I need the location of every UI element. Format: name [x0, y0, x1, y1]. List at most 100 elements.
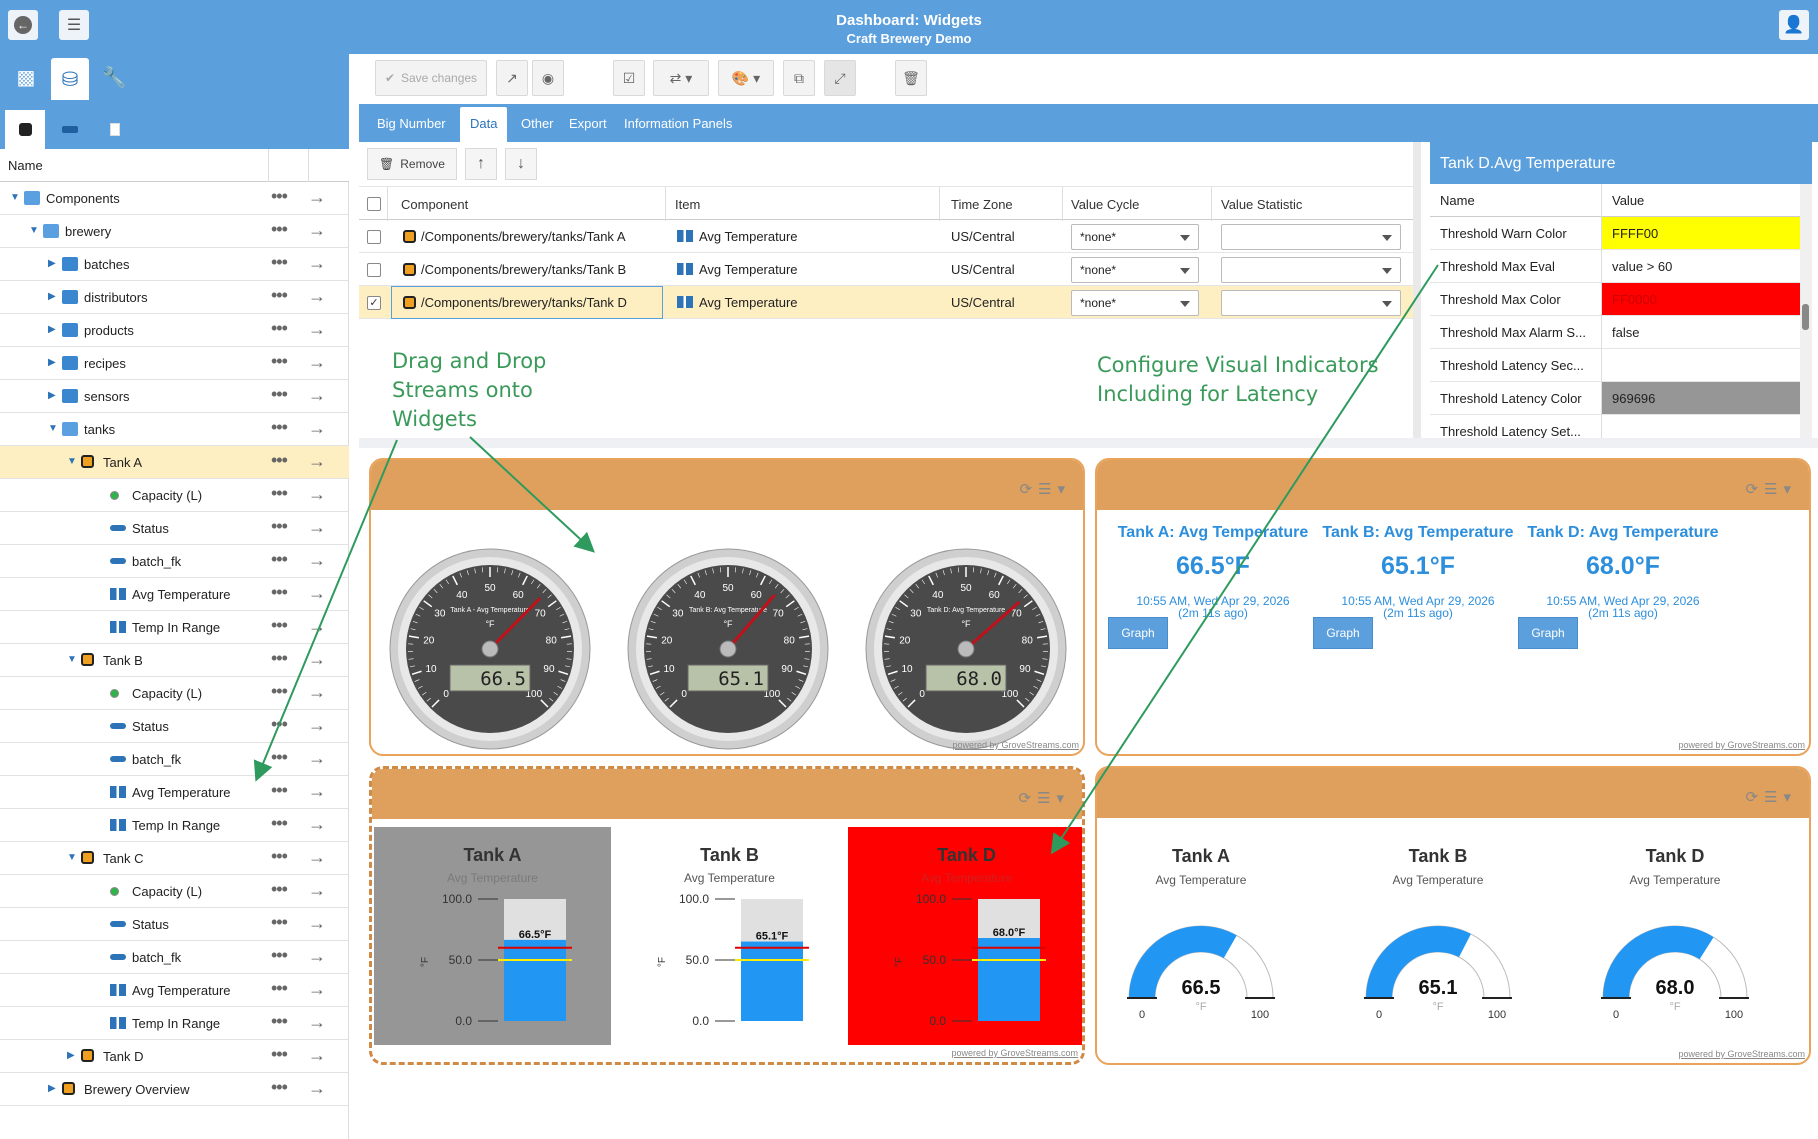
tree-row[interactable]: ▼ Components ••• → — [0, 182, 349, 215]
gauge-widget[interactable]: ⟳☰▾ 0 10 20 30 40 50 60 70 80 90 100 Tank A - Avg T… — [369, 458, 1085, 756]
menu-icon[interactable]: ☰ — [1764, 789, 1783, 806]
tree-row[interactable]: ▶ batches ••• → — [0, 248, 349, 281]
tab-data[interactable]: Data — [460, 107, 508, 142]
arrow-right-icon[interactable]: → — [308, 1078, 326, 1099]
tree-row[interactable]: Avg Temperature ••• → — [0, 776, 349, 809]
tree-row[interactable]: Status ••• → — [0, 512, 349, 545]
arrow-right-icon[interactable]: → — [308, 880, 326, 901]
chevron-right-icon[interactable]: ▶ — [48, 324, 56, 335]
share-button[interactable]: ↗ — [496, 60, 528, 96]
tree-row[interactable]: Status ••• → — [0, 908, 349, 941]
more-icon[interactable]: ••• — [271, 450, 288, 471]
more-icon[interactable]: ••• — [271, 648, 288, 669]
database-button[interactable]: ⛁ — [51, 58, 89, 100]
tree-row[interactable]: ▼ Tank C ••• → — [0, 842, 349, 875]
chevron-right-icon[interactable]: ▶ — [48, 1083, 56, 1094]
tab-information-panels[interactable]: Information Panels — [614, 107, 742, 142]
more-icon[interactable]: ••• — [271, 945, 288, 966]
chevron-right-icon[interactable]: ▶ — [48, 258, 56, 269]
arrow-right-icon[interactable]: → — [308, 1012, 326, 1033]
properties-scrollbar[interactable] — [1800, 184, 1812, 438]
more-icon[interactable]: ••• — [271, 417, 288, 438]
value-cycle-select[interactable]: *none* — [1071, 224, 1199, 250]
tree-row[interactable]: Temp In Range ••• → — [0, 611, 349, 644]
arrow-right-icon[interactable]: → — [308, 649, 326, 670]
arrow-right-icon[interactable]: → — [308, 286, 326, 307]
more-icon[interactable]: ••• — [271, 747, 288, 768]
widget-controls[interactable]: ⟳☰▾ — [1745, 788, 1797, 806]
chevron-down-icon[interactable]: ▼ — [48, 423, 58, 434]
row-checkbox[interactable] — [367, 263, 381, 277]
tree-row[interactable]: batch_fk ••• → — [0, 743, 349, 776]
panel-divider[interactable] — [359, 438, 1818, 448]
save-button[interactable]: ✔ Save changes — [375, 60, 487, 96]
tree-row[interactable]: batch_fk ••• → — [0, 545, 349, 578]
arrow-right-icon[interactable]: → — [308, 418, 326, 439]
copy-button[interactable]: ⧉ — [783, 60, 815, 96]
refresh-icon[interactable]: ⟳ — [1018, 790, 1037, 807]
property-row[interactable]: Threshold Latency Sec... — [1430, 349, 1800, 382]
property-row[interactable]: Threshold Max Eval value > 60 — [1430, 250, 1800, 283]
tab-documents[interactable] — [95, 110, 135, 149]
value-statistic-select[interactable] — [1221, 224, 1401, 250]
more-icon[interactable]: ••• — [271, 351, 288, 372]
arrow-right-icon[interactable]: → — [308, 550, 326, 571]
grid-scrollbar[interactable] — [1413, 142, 1421, 438]
value-cycle-select[interactable]: *none* — [1071, 257, 1199, 283]
tree-row[interactable]: ▼ brewery ••• → — [0, 215, 349, 248]
arrow-right-icon[interactable]: → — [308, 253, 326, 274]
property-value[interactable]: 969696 — [1602, 382, 1800, 414]
chevron-down-icon[interactable]: ▼ — [67, 456, 77, 467]
more-icon[interactable]: ••• — [271, 1011, 288, 1032]
select-all-checkbox[interactable] — [367, 197, 381, 211]
arrow-right-icon[interactable]: → — [308, 187, 326, 208]
tree-row[interactable]: ▶ sensors ••• → — [0, 380, 349, 413]
powered-by-link[interactable]: powered by GroveStreams.com — [951, 1048, 1078, 1058]
tab-components[interactable] — [5, 110, 45, 149]
property-value[interactable]: FFFF00 — [1602, 217, 1800, 249]
tree-row[interactable]: Avg Temperature ••• → — [0, 974, 349, 1007]
tree-row[interactable]: ▶ Tank D ••• → — [0, 1040, 349, 1073]
move-down-button[interactable]: ↓ — [505, 148, 537, 180]
arrow-right-icon[interactable]: → — [308, 385, 326, 406]
tree-row[interactable]: Capacity (L) ••• → — [0, 677, 349, 710]
more-icon[interactable]: ••• — [271, 846, 288, 867]
more-icon[interactable]: ••• — [271, 780, 288, 801]
chevron-right-icon[interactable]: ▶ — [48, 291, 56, 302]
chevron-down-icon[interactable]: ▼ — [67, 654, 77, 665]
tree-row[interactable]: Temp In Range ••• → — [0, 809, 349, 842]
tree-row[interactable]: Avg Temperature ••• → — [0, 578, 349, 611]
tree-row[interactable]: ▶ products ••• → — [0, 314, 349, 347]
arrow-right-icon[interactable]: → — [308, 616, 326, 637]
arrow-right-icon[interactable]: → — [308, 715, 326, 736]
arrow-right-icon[interactable]: → — [308, 352, 326, 373]
arrow-right-icon[interactable]: → — [308, 913, 326, 934]
property-value[interactable]: value > 60 — [1602, 250, 1800, 282]
property-value[interactable]: FF0000 — [1602, 283, 1800, 315]
more-icon[interactable]: ••• — [271, 1077, 288, 1098]
more-icon[interactable]: ••• — [271, 318, 288, 339]
more-icon[interactable]: ••• — [271, 1044, 288, 1065]
grid-row[interactable]: /Components/brewery/tanks/Tank B Avg Temp… — [359, 253, 1413, 286]
user-button[interactable]: 👤 — [1779, 10, 1809, 40]
tools-button[interactable]: 🔧 — [95, 58, 133, 96]
big-number-widget[interactable]: ⟳☰▾ Tank A: Avg Temperature 66.5°F 10:55 A… — [1095, 458, 1811, 756]
property-row[interactable]: Threshold Max Color FF0000 — [1430, 283, 1800, 316]
charts-button[interactable]: ▩ — [7, 58, 45, 96]
thermometer-widget[interactable]: ⟳☰▾ Tank A Avg Temperature 100.0 50.0 0.0 °F 6… — [369, 766, 1085, 1065]
fullscreen-button[interactable]: ⤢ — [824, 60, 856, 96]
more-icon[interactable]: ••• — [271, 978, 288, 999]
tree-row[interactable]: ▼ tanks ••• → — [0, 413, 349, 446]
more-icon[interactable]: ••• — [271, 615, 288, 636]
more-icon[interactable]: ••• — [271, 219, 288, 240]
arrow-right-icon[interactable]: → — [308, 946, 326, 967]
arrow-right-icon[interactable]: → — [308, 979, 326, 1000]
more-icon[interactable]: ••• — [271, 384, 288, 405]
more-icon[interactable]: ••• — [271, 879, 288, 900]
refresh-icon[interactable]: ⟳ — [1019, 481, 1038, 498]
widget-controls[interactable]: ⟳☰▾ — [1019, 480, 1071, 498]
more-icon[interactable]: ••• — [271, 516, 288, 537]
arrow-right-icon[interactable]: → — [308, 1045, 326, 1066]
value-statistic-select[interactable] — [1221, 290, 1401, 316]
palette-button[interactable]: 🎨 ▾ — [718, 60, 774, 96]
